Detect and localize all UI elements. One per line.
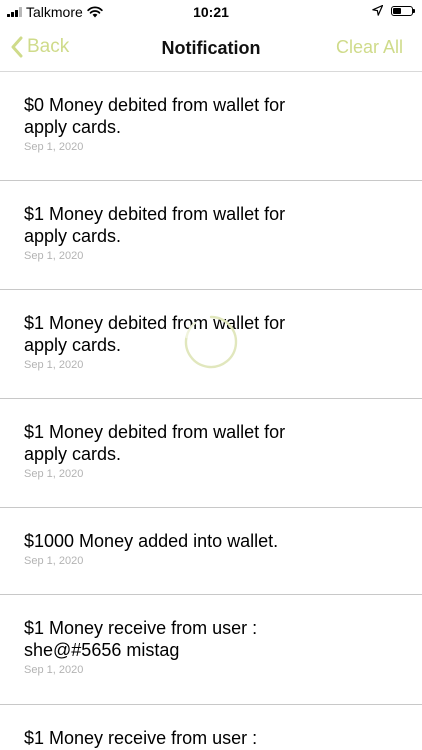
navigation-bar: Back Notification Clear All (0, 24, 422, 72)
status-time: 10:21 (193, 4, 229, 20)
notification-date: Sep 1, 2020 (24, 250, 84, 262)
notification-title: $1000 Money added into wallet. (24, 531, 279, 551)
notification-list: $0 Money debited from wallet for apply c… (0, 72, 422, 750)
notification-title: $1 Money debited from wallet for apply c… (24, 204, 286, 246)
notification-screen: Talkmore 10:21 Back Notification Clear A (0, 0, 422, 750)
notification-item[interactable]: $1 Money receive from user : she@#5656 m… (0, 595, 422, 705)
loading-spinner-icon (184, 315, 238, 369)
notification-title: $0 Money debited from wallet for apply c… (24, 95, 286, 137)
notification-item[interactable]: $0 Money debited from wallet for apply c… (0, 72, 422, 181)
notification-title: $1 Money receive from user : she@#5656 m… (24, 618, 258, 660)
notification-date: Sep 1, 2020 (24, 555, 84, 567)
notification-item[interactable]: $1 Money debited from wallet for apply c… (0, 181, 422, 290)
status-right (372, 5, 415, 16)
notification-item[interactable]: $1000 Money added into wallet. Sep 1, 20… (0, 508, 422, 595)
location-arrow-icon (372, 5, 383, 16)
battery-icon (391, 5, 415, 16)
notification-title: $1 Money debited from wallet for apply c… (24, 422, 286, 464)
notification-date: Sep 1, 2020 (24, 141, 84, 153)
notification-date: Sep 1, 2020 (24, 664, 84, 676)
notification-date: Sep 1, 2020 (24, 468, 84, 480)
clear-all-button[interactable]: Clear All (336, 37, 403, 58)
notification-title: $1 Money receive from user : (24, 728, 258, 748)
notification-item[interactable]: $1 Money debited from wallet for apply c… (0, 399, 422, 508)
status-bar: Talkmore 10:21 (0, 0, 422, 24)
notification-item[interactable]: $1 Money receive from user : (0, 705, 422, 750)
battery-level (393, 7, 401, 14)
